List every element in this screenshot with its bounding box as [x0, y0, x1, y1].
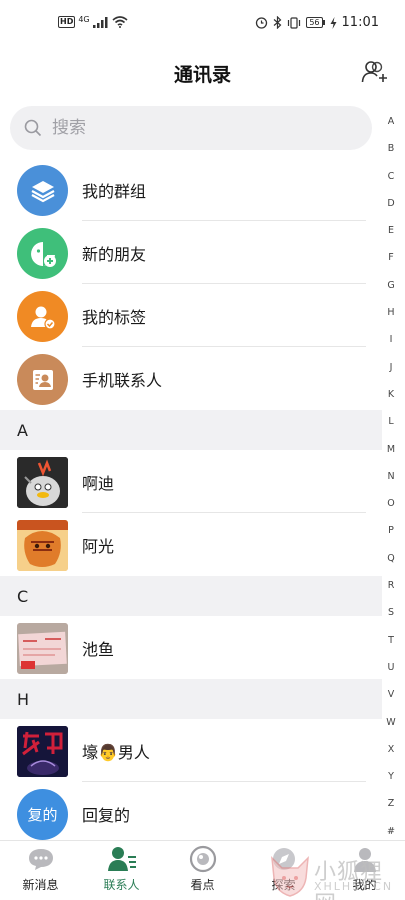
search-bar[interactable]	[10, 106, 372, 150]
battery-icon: 56	[306, 17, 325, 28]
add-friend-icon[interactable]	[361, 58, 389, 86]
tab-label: 联系人	[103, 878, 140, 892]
vibrate-icon	[288, 16, 301, 29]
contact-row[interactable]: 壕👨男人	[0, 719, 382, 782]
index-letter[interactable]: A	[384, 114, 398, 141]
section-header-a: A	[0, 410, 382, 450]
index-letter[interactable]: C	[384, 169, 398, 196]
contact-name: 池鱼	[82, 639, 115, 659]
index-letter[interactable]: H	[384, 305, 398, 332]
signal-icon	[92, 16, 108, 28]
search-icon	[24, 119, 42, 137]
index-letter[interactable]: Y	[384, 769, 398, 796]
page-title: 通讯录	[173, 64, 231, 86]
index-letter[interactable]: B	[384, 141, 398, 168]
contact-name: 阿光	[82, 536, 115, 556]
profile-icon	[350, 844, 380, 874]
index-letter[interactable]: Z	[384, 796, 398, 823]
new-friend-icon	[17, 228, 68, 279]
status-left: HD 4G	[58, 14, 128, 28]
avatar: 复的	[17, 789, 68, 840]
index-letter[interactable]: X	[384, 742, 398, 769]
alphabet-index[interactable]: A B C D E F G H I J K L M N O P Q R S T …	[384, 114, 398, 851]
entry-phone-contacts[interactable]: 手机联系人	[0, 347, 382, 410]
contacts-icon	[107, 844, 137, 874]
entry-label: 新的朋友	[82, 244, 147, 264]
section-header-h: H	[0, 679, 382, 719]
tab-label: 探索	[271, 878, 296, 892]
contact-name: 壕👨男人	[82, 742, 150, 762]
entry-my-tags[interactable]: 我的标签	[0, 284, 382, 347]
tab-label: 新消息	[22, 878, 59, 892]
index-letter[interactable]: D	[384, 196, 398, 223]
bluetooth-icon	[273, 16, 282, 29]
layers-icon	[17, 165, 68, 216]
battery-level: 56	[306, 17, 323, 28]
index-letter[interactable]: K	[384, 387, 398, 414]
index-letter[interactable]: V	[384, 687, 398, 714]
tab-bar: 新消息 联系人 看点 探索 我的	[0, 840, 405, 900]
contact-row[interactable]: 复的 回复的	[0, 782, 382, 845]
index-letter[interactable]: M	[384, 442, 398, 469]
index-letter[interactable]: T	[384, 633, 398, 660]
avatar	[17, 623, 68, 674]
index-letter[interactable]: G	[384, 278, 398, 305]
hd-badge: HD	[58, 16, 76, 28]
explore-icon	[269, 844, 299, 874]
phone-contacts-icon	[17, 354, 68, 405]
charging-icon	[330, 16, 337, 29]
header: 通讯录	[0, 46, 405, 100]
contact-name: 回复的	[82, 805, 131, 825]
entry-label: 我的群组	[82, 181, 147, 201]
tab-label: 看点	[190, 878, 215, 892]
entry-label: 手机联系人	[82, 370, 163, 390]
status-right: 56 11:01	[255, 15, 379, 30]
index-letter[interactable]: W	[384, 715, 398, 742]
contact-row[interactable]: 啊迪	[0, 450, 382, 513]
tab-kandian[interactable]: 看点	[162, 841, 243, 900]
index-letter[interactable]: Q	[384, 551, 398, 578]
index-letter[interactable]: I	[384, 332, 398, 359]
tag-user-icon	[17, 291, 68, 342]
avatar	[17, 726, 68, 777]
tab-me[interactable]: 我的	[324, 841, 405, 900]
eye-circle-icon	[188, 844, 218, 874]
chat-bubble-icon	[26, 844, 56, 874]
index-letter[interactable]: L	[384, 414, 398, 441]
index-letter[interactable]: P	[384, 523, 398, 550]
network-type: 4G	[78, 14, 90, 24]
alarm-icon	[256, 17, 268, 29]
contact-row[interactable]: 阿光	[0, 513, 382, 576]
tab-label: 我的	[352, 878, 377, 892]
index-letter[interactable]: U	[384, 660, 398, 687]
index-letter[interactable]: N	[384, 469, 398, 496]
index-letter[interactable]: O	[384, 496, 398, 523]
entry-new-friends[interactable]: 新的朋友	[0, 221, 382, 284]
contact-row[interactable]: 池鱼	[0, 616, 382, 679]
index-letter[interactable]: J	[384, 360, 398, 387]
entry-my-groups[interactable]: 我的群组	[0, 158, 382, 221]
tab-messages[interactable]: 新消息	[0, 841, 81, 900]
tab-contacts[interactable]: 联系人	[81, 841, 162, 900]
index-letter[interactable]: F	[384, 250, 398, 277]
avatar	[17, 457, 68, 508]
wifi-icon	[112, 16, 128, 28]
index-letter[interactable]: E	[384, 223, 398, 250]
search-input[interactable]	[52, 118, 342, 138]
status-bar: HD 4G 56 11:01	[0, 0, 405, 46]
avatar	[17, 520, 68, 571]
index-letter[interactable]: S	[384, 605, 398, 632]
section-header-c: C	[0, 576, 382, 616]
contact-name: 啊迪	[82, 473, 115, 493]
index-letter[interactable]: R	[384, 578, 398, 605]
contact-list: 我的群组 新的朋友 我的标签 手机联系人 A 啊迪 阿光 C 池鱼 H 壕👨男人…	[0, 158, 382, 845]
tab-explore[interactable]: 探索	[243, 841, 324, 900]
entry-label: 我的标签	[82, 307, 147, 327]
status-time: 11:01	[341, 15, 379, 30]
